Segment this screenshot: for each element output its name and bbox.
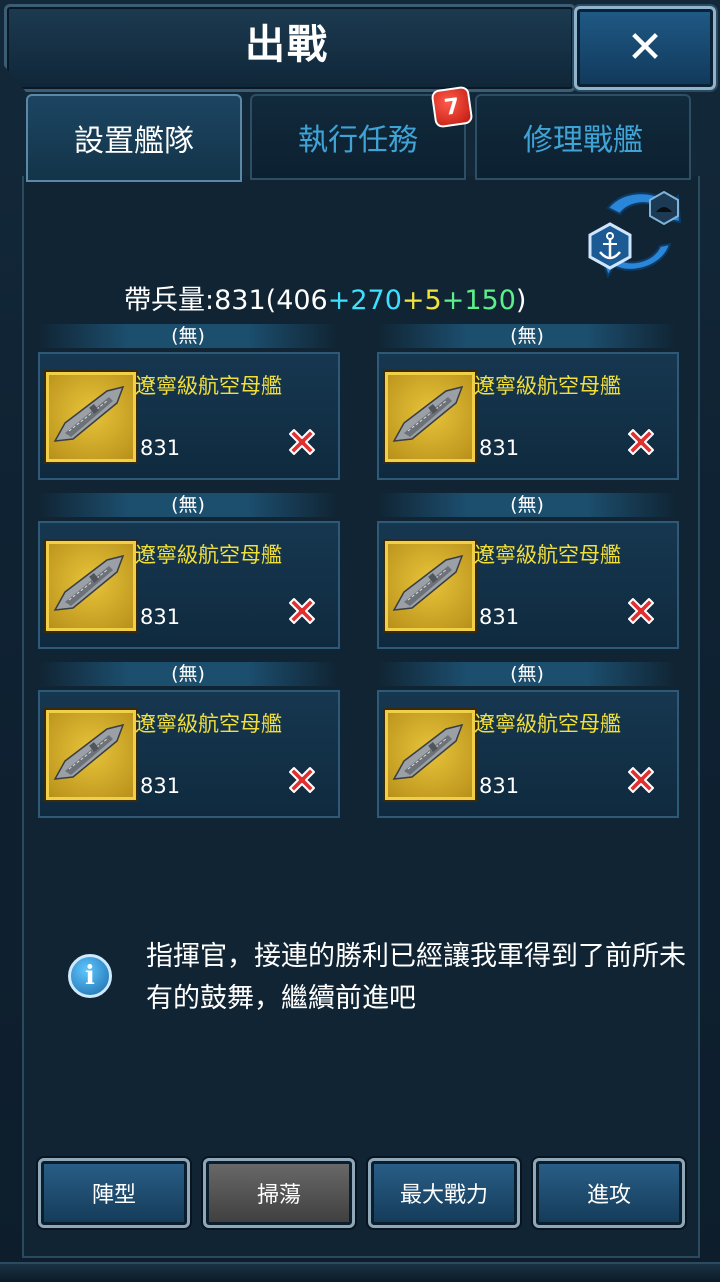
- carrier-icon: [385, 541, 475, 631]
- fleet-slot[interactable]: 遼寧級航空母艦 831: [38, 352, 340, 480]
- attack-button[interactable]: 進攻: [533, 1158, 685, 1228]
- ship-power: 831: [140, 436, 181, 460]
- tab-set-fleet[interactable]: 設置艦隊: [26, 94, 242, 182]
- troop-bonus-3: +150: [441, 285, 516, 316]
- troop-bonus-2: +5: [401, 285, 442, 316]
- troop-label: 帶兵量:: [124, 285, 215, 316]
- tab-label: 執行任務: [298, 123, 418, 158]
- fleet-slot[interactable]: 遼寧級航空母艦 831: [38, 521, 340, 649]
- troop-total: 831: [214, 285, 266, 316]
- info-message: 指揮官，接連的勝利已經讓我軍得到了前所未有的鼓舞，繼續前進吧: [146, 941, 686, 1014]
- attack-label: 進攻: [586, 1183, 631, 1208]
- remove-icon[interactable]: [284, 593, 320, 629]
- fleet-slot[interactable]: 遼寧級航空母艦 831: [377, 352, 679, 480]
- remove-icon[interactable]: [284, 424, 320, 460]
- remove-icon[interactable]: [284, 762, 320, 798]
- ship-name: 遼寧級航空母艦: [474, 543, 621, 567]
- ship-power: 831: [140, 605, 181, 629]
- tab-repair[interactable]: 修理戰艦: [475, 94, 691, 180]
- ship-name: 遼寧級航空母艦: [474, 712, 621, 736]
- max-power-label: 最大戰力: [399, 1183, 488, 1208]
- troop-capacity: 帶兵量:831(406+270+5+150): [124, 278, 526, 317]
- carrier-icon: [46, 372, 136, 462]
- remove-icon[interactable]: [623, 762, 659, 798]
- info-icon: i: [68, 954, 112, 998]
- carrier-icon: [385, 372, 475, 462]
- slot-commander-label: (無): [38, 662, 338, 686]
- formation-button[interactable]: 陣型: [38, 1158, 190, 1228]
- ship-power: 831: [140, 774, 181, 798]
- troop-bonus-1: +270: [327, 285, 402, 316]
- slot-commander-label: (無): [377, 493, 677, 517]
- slot-commander-label: (無): [377, 324, 677, 348]
- ship-name: 遼寧級航空母艦: [135, 712, 282, 736]
- ship-power: 831: [479, 774, 520, 798]
- bottom-frame: [0, 1262, 720, 1282]
- tab-label: 設置艦隊: [74, 124, 194, 159]
- max-power-button[interactable]: 最大戰力: [368, 1158, 520, 1228]
- slot-commander-label: (無): [377, 662, 677, 686]
- troop-paren-close: ): [515, 285, 527, 316]
- remove-icon[interactable]: [623, 593, 659, 629]
- carrier-icon: [46, 710, 136, 800]
- formation-label: 陣型: [91, 1183, 136, 1208]
- ship-power: 831: [479, 436, 520, 460]
- notification-badge: 7: [430, 85, 474, 129]
- sweep-label: 掃蕩: [256, 1183, 301, 1208]
- slot-commander-label: (無): [38, 493, 338, 517]
- carrier-icon: [46, 541, 136, 631]
- remove-icon[interactable]: [623, 424, 659, 460]
- fleet-slot[interactable]: 遼寧級航空母艦 831: [38, 690, 340, 818]
- close-button[interactable]: ✕: [574, 6, 716, 90]
- ship-power: 831: [479, 605, 520, 629]
- sweep-button[interactable]: 掃蕩: [203, 1158, 355, 1228]
- slot-commander-label: (無): [38, 324, 338, 348]
- ship-name: 遼寧級航空母艦: [135, 374, 282, 398]
- switch-fleet-icon[interactable]: [578, 186, 690, 282]
- ship-name: 遼寧級航空母艦: [135, 543, 282, 567]
- fleet-slot[interactable]: 遼寧級航空母艦 831: [377, 521, 679, 649]
- fleet-slot[interactable]: 遼寧級航空母艦 831: [377, 690, 679, 818]
- page-title: 出戰: [245, 22, 329, 68]
- carrier-icon: [385, 710, 475, 800]
- tab-label: 修理戰艦: [523, 123, 643, 158]
- troop-base: 406: [276, 285, 328, 316]
- ship-name: 遼寧級航空母艦: [474, 374, 621, 398]
- troop-paren-open: (: [265, 285, 277, 316]
- close-icon: ✕: [626, 22, 664, 73]
